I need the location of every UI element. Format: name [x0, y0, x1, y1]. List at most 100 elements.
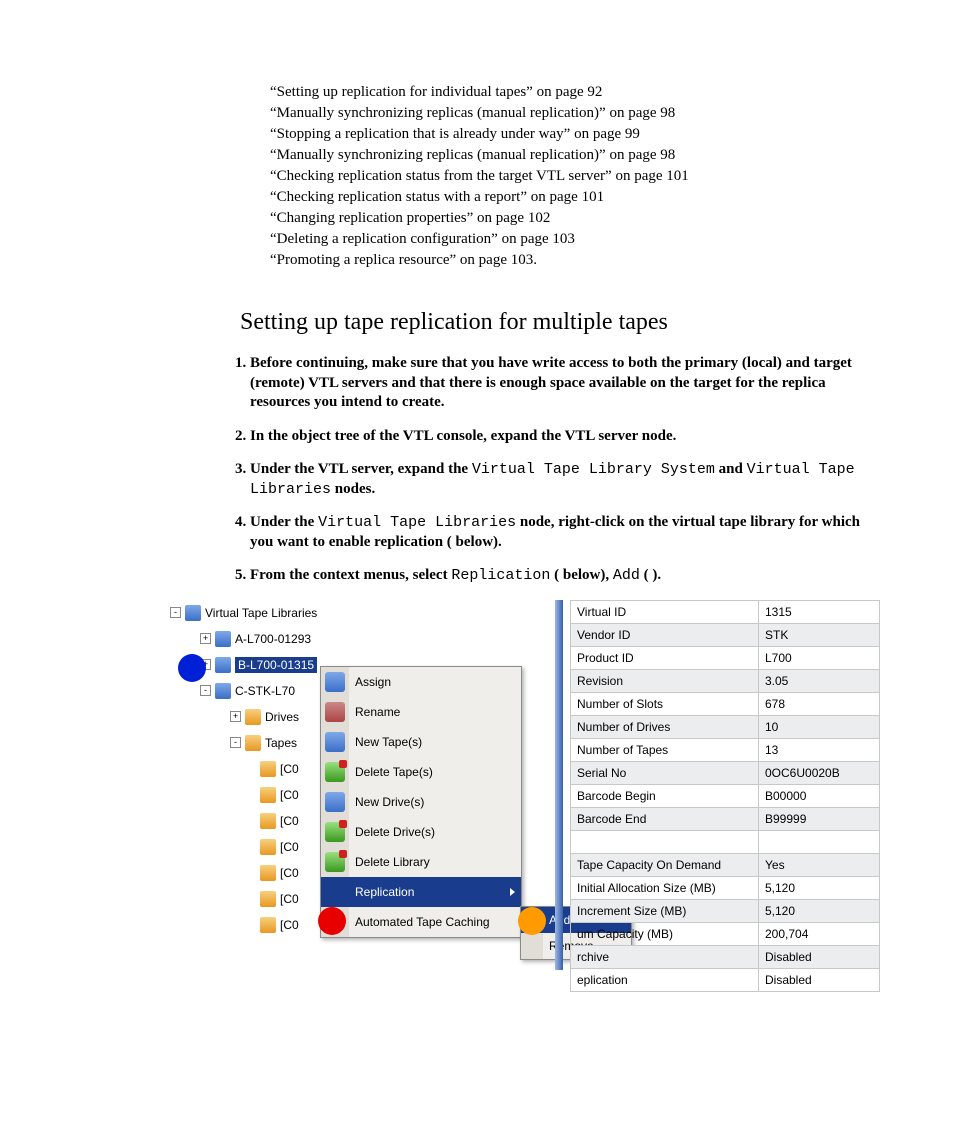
context-menu[interactable]: Assign Rename New Tape(s) Delete Tape(s)… [320, 666, 522, 938]
step-text: Under the [250, 514, 318, 530]
property-row: eplicationDisabled [571, 968, 880, 991]
step-3: Under the VTL server, expand the Virtual… [250, 460, 874, 499]
menu-item-new-drive[interactable]: New Drive(s) [321, 787, 521, 817]
tree-node-vtl[interactable]: - Virtual Tape Libraries [160, 600, 520, 626]
tree-label: [C0 [280, 866, 299, 880]
step-text: ( ). [640, 567, 661, 583]
menu-item-rename[interactable]: Rename [321, 697, 521, 727]
collapse-icon[interactable]: - [230, 737, 241, 748]
submenu-arrow-icon [510, 888, 515, 896]
collapse-icon[interactable]: - [200, 685, 211, 696]
tree-label: A-L700-01293 [235, 632, 311, 646]
property-name: Virtual ID [571, 600, 759, 623]
property-row: Vendor IDSTK [571, 623, 880, 646]
property-name: Number of Slots [571, 692, 759, 715]
menu-label: New Tape(s) [355, 735, 422, 749]
tape-icon [260, 917, 276, 933]
tree-label-selected: B-L700-01315 [235, 657, 317, 673]
menu-item-delete-drive[interactable]: Delete Drive(s) [321, 817, 521, 847]
property-row: Number of Slots678 [571, 692, 880, 715]
delete-drive-icon [325, 822, 345, 842]
property-value: L700 [759, 646, 880, 669]
property-name: Number of Drives [571, 715, 759, 738]
properties-table: Virtual ID1315Vendor IDSTKProduct IDL700… [570, 600, 880, 992]
drives-icon [245, 709, 261, 725]
collapse-icon[interactable]: - [170, 607, 181, 618]
tree-label: Drives [265, 710, 299, 724]
menu-item-new-tape[interactable]: New Tape(s) [321, 727, 521, 757]
vtl-console-screenshot: - Virtual Tape Libraries + A-L700-01293 … [160, 600, 874, 970]
menu-label: Automated Tape Caching [355, 915, 490, 929]
tape-icon [260, 891, 276, 907]
code-text: Replication [451, 567, 550, 584]
tree-label: [C0 [280, 788, 299, 802]
property-name: Initial Allocation Size (MB) [571, 876, 759, 899]
property-name: Vendor ID [571, 623, 759, 646]
tree-label: [C0 [280, 814, 299, 828]
property-row: Virtual ID1315 [571, 600, 880, 623]
property-row [571, 830, 880, 853]
tree-label: C-STK-L70 [235, 684, 295, 698]
new-drive-icon [325, 792, 345, 812]
code-text: Add [613, 567, 640, 584]
property-row: Increment Size (MB)5,120 [571, 899, 880, 922]
crossref-item: “Setting up replication for individual t… [270, 84, 874, 101]
tree-label: [C0 [280, 840, 299, 854]
pane-divider[interactable] [555, 600, 563, 970]
step-list: Before continuing, make sure that you ha… [230, 354, 874, 586]
menu-label: New Drive(s) [355, 795, 424, 809]
property-value: 10 [759, 715, 880, 738]
property-name: eplication [571, 968, 759, 991]
crossref-list: “Setting up replication for individual t… [270, 84, 874, 269]
property-row: Revision3.05 [571, 669, 880, 692]
expand-icon[interactable]: + [200, 633, 211, 644]
menu-item-delete-library[interactable]: Delete Library [321, 847, 521, 877]
property-value: 1315 [759, 600, 880, 623]
menu-item-assign[interactable]: Assign [321, 667, 521, 697]
property-row: um Capacity (MB)200,704 [571, 922, 880, 945]
step-2: In the object tree of the VTL console, e… [250, 427, 874, 447]
tree-node-library[interactable]: + A-L700-01293 [160, 626, 520, 652]
property-name: Revision [571, 669, 759, 692]
property-value: 678 [759, 692, 880, 715]
menu-item-automated-tape-caching[interactable]: Automated Tape Caching [321, 907, 521, 937]
property-value: B99999 [759, 807, 880, 830]
callout-marker-orange [518, 907, 546, 935]
property-value: 5,120 [759, 876, 880, 899]
tape-icon [260, 839, 276, 855]
tape-icon [260, 787, 276, 803]
step-text: Under the VTL server, expand the [250, 461, 472, 477]
rename-icon [325, 702, 345, 722]
property-row: rchiveDisabled [571, 945, 880, 968]
crossref-item: “Manually synchronizing replicas (manual… [270, 147, 874, 164]
tree-label: Virtual Tape Libraries [205, 606, 317, 620]
tape-icon [260, 813, 276, 829]
section-heading: Setting up tape replication for multiple… [240, 309, 874, 336]
menu-label: Delete Library [355, 855, 430, 869]
tree-label: Tapes [265, 736, 297, 750]
code-text: Virtual Tape Library System [472, 461, 715, 478]
tree-label: [C0 [280, 892, 299, 906]
document-page: “Setting up replication for individual t… [0, 0, 954, 1010]
property-value: B00000 [759, 784, 880, 807]
callout-marker-blue [178, 654, 206, 682]
property-value: 5,120 [759, 899, 880, 922]
property-name: Number of Tapes [571, 738, 759, 761]
expand-icon[interactable]: + [230, 711, 241, 722]
property-row: Tape Capacity On DemandYes [571, 853, 880, 876]
menu-item-replication[interactable]: Replication [321, 877, 521, 907]
property-name: rchive [571, 945, 759, 968]
menu-item-delete-tape[interactable]: Delete Tape(s) [321, 757, 521, 787]
delete-tape-icon [325, 762, 345, 782]
property-row: Barcode BeginB00000 [571, 784, 880, 807]
menu-label: Delete Tape(s) [355, 765, 433, 779]
code-text: Virtual Tape Libraries [318, 514, 516, 531]
crossref-item: “Changing replication properties” on pag… [270, 210, 874, 227]
property-name: Serial No [571, 761, 759, 784]
menu-label: Assign [355, 675, 391, 689]
library-icon [215, 631, 231, 647]
property-value: Yes [759, 853, 880, 876]
property-row: Number of Drives10 [571, 715, 880, 738]
property-name: Tape Capacity On Demand [571, 853, 759, 876]
property-value: 0OC6U0020B [759, 761, 880, 784]
